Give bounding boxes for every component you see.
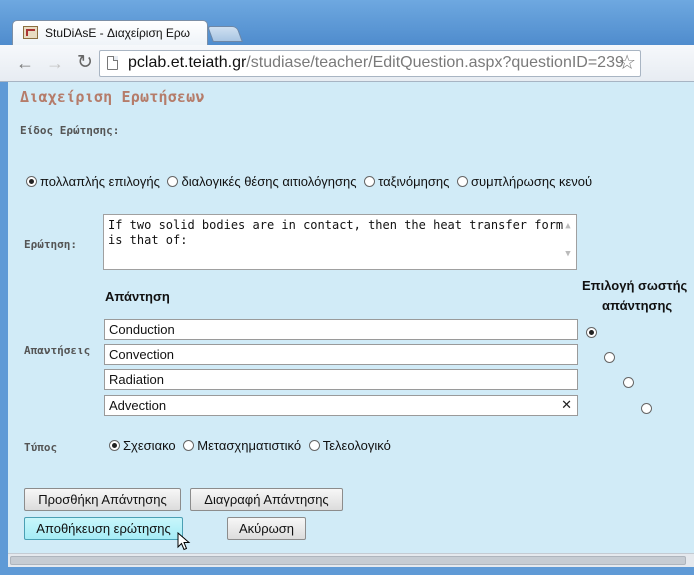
answer-input[interactable]: Convection: [104, 344, 578, 365]
browser-toolbar: ← → ↻ pclab.et.teiath.gr/studiase/teache…: [0, 45, 694, 82]
window-titlebar: StuDiAsE - Διαχείριση Ερω: [0, 0, 694, 46]
radio-button[interactable]: [26, 176, 37, 187]
scrollbar-thumb[interactable]: [10, 556, 686, 565]
type-option[interactable]: Μετασχηματιστικό: [183, 438, 301, 453]
mouse-cursor-icon: [177, 532, 191, 551]
question-type-option[interactable]: συμπλήρωσης κενού: [456, 174, 592, 189]
back-arrow-icon[interactable]: ←: [14, 52, 36, 74]
reload-icon[interactable]: ↻: [74, 52, 96, 74]
window-bottom-frame: [0, 567, 694, 575]
question-type-radio-group: πολλαπλής επιλογής διαλογικές θέσης αιτι…: [26, 174, 596, 189]
answer-input[interactable]: Radiation: [104, 369, 578, 390]
question-type-option[interactable]: πολλαπλής επιλογής: [26, 174, 160, 189]
window-left-frame: [0, 82, 8, 567]
tab-title: StuDiAsE - Διαχείριση Ερω: [45, 26, 191, 40]
cancel-button[interactable]: Ακύρωση: [227, 517, 306, 540]
site-favicon-icon: [23, 26, 38, 39]
type-option[interactable]: Σχεσιακο: [109, 438, 176, 453]
type-radio-group: Σχεσιακο Μετασχηματιστικό Τελεολογικό: [109, 438, 395, 453]
question-type-label: Είδος Ερώτησης:: [20, 124, 120, 137]
type-label: Τύπος: [24, 441, 58, 454]
radio-button[interactable]: [183, 440, 195, 451]
save-question-button[interactable]: Αποθήκευση ερώτησης: [24, 517, 183, 540]
page-icon: [107, 56, 118, 70]
correct-answer-radio[interactable]: [622, 377, 634, 388]
horizontal-scrollbar[interactable]: [8, 553, 694, 567]
question-type-option[interactable]: ταξινόμησης: [364, 174, 449, 189]
radio-button[interactable]: [167, 176, 179, 187]
radio-button[interactable]: [364, 176, 376, 187]
answer-input[interactable]: Advection ✕: [104, 395, 578, 416]
browser-tab[interactable]: StuDiAsE - Διαχείριση Ερω: [12, 20, 208, 46]
textarea-scrollbar[interactable]: ▲ ▼: [562, 219, 574, 267]
new-tab-button[interactable]: [207, 26, 243, 42]
add-answer-button[interactable]: Προσθήκη Απάντησης: [24, 488, 181, 511]
forward-arrow-icon[interactable]: →: [44, 52, 66, 74]
correct-answer-radio[interactable]: [604, 352, 616, 363]
type-option[interactable]: Τελεολογικό: [308, 438, 391, 453]
delete-answer-button[interactable]: Διαγραφή Απάντησης: [190, 488, 343, 511]
radio-button[interactable]: [456, 176, 468, 187]
page-title: Διαχείριση Ερωτήσεων: [20, 88, 205, 106]
question-text: If two solid bodies are in contact, then…: [108, 218, 564, 247]
radio-button[interactable]: [109, 440, 120, 451]
answer-column-header: Απάντηση: [105, 289, 170, 304]
question-textarea[interactable]: If two solid bodies are in contact, then…: [103, 214, 577, 270]
address-bar[interactable]: pclab.et.teiath.gr/studiase/teacher/Edit…: [99, 50, 641, 77]
question-type-option[interactable]: διαλογικές θέσης αιτιολόγησης: [167, 174, 357, 189]
url-text: pclab.et.teiath.gr/studiase/teacher/Edit…: [128, 54, 624, 71]
correct-answer-column-header-line2: απάντησης: [602, 298, 673, 313]
answers-label: Απαντήσεις: [24, 344, 91, 357]
clear-input-icon[interactable]: ✕: [561, 397, 572, 412]
page-viewport: Διαχείριση Ερωτήσεων Είδος Ερώτησης: πολ…: [8, 82, 694, 553]
correct-answer-column-header-line1: Επιλογή σωστής: [582, 278, 688, 293]
question-label: Ερώτηση:: [24, 238, 77, 251]
answer-input[interactable]: Conduction: [104, 319, 578, 340]
bookmark-star-icon[interactable]: ☆: [618, 52, 636, 74]
correct-answer-radio[interactable]: [586, 327, 597, 338]
radio-button[interactable]: [308, 440, 320, 451]
correct-answer-radio[interactable]: [641, 403, 653, 414]
